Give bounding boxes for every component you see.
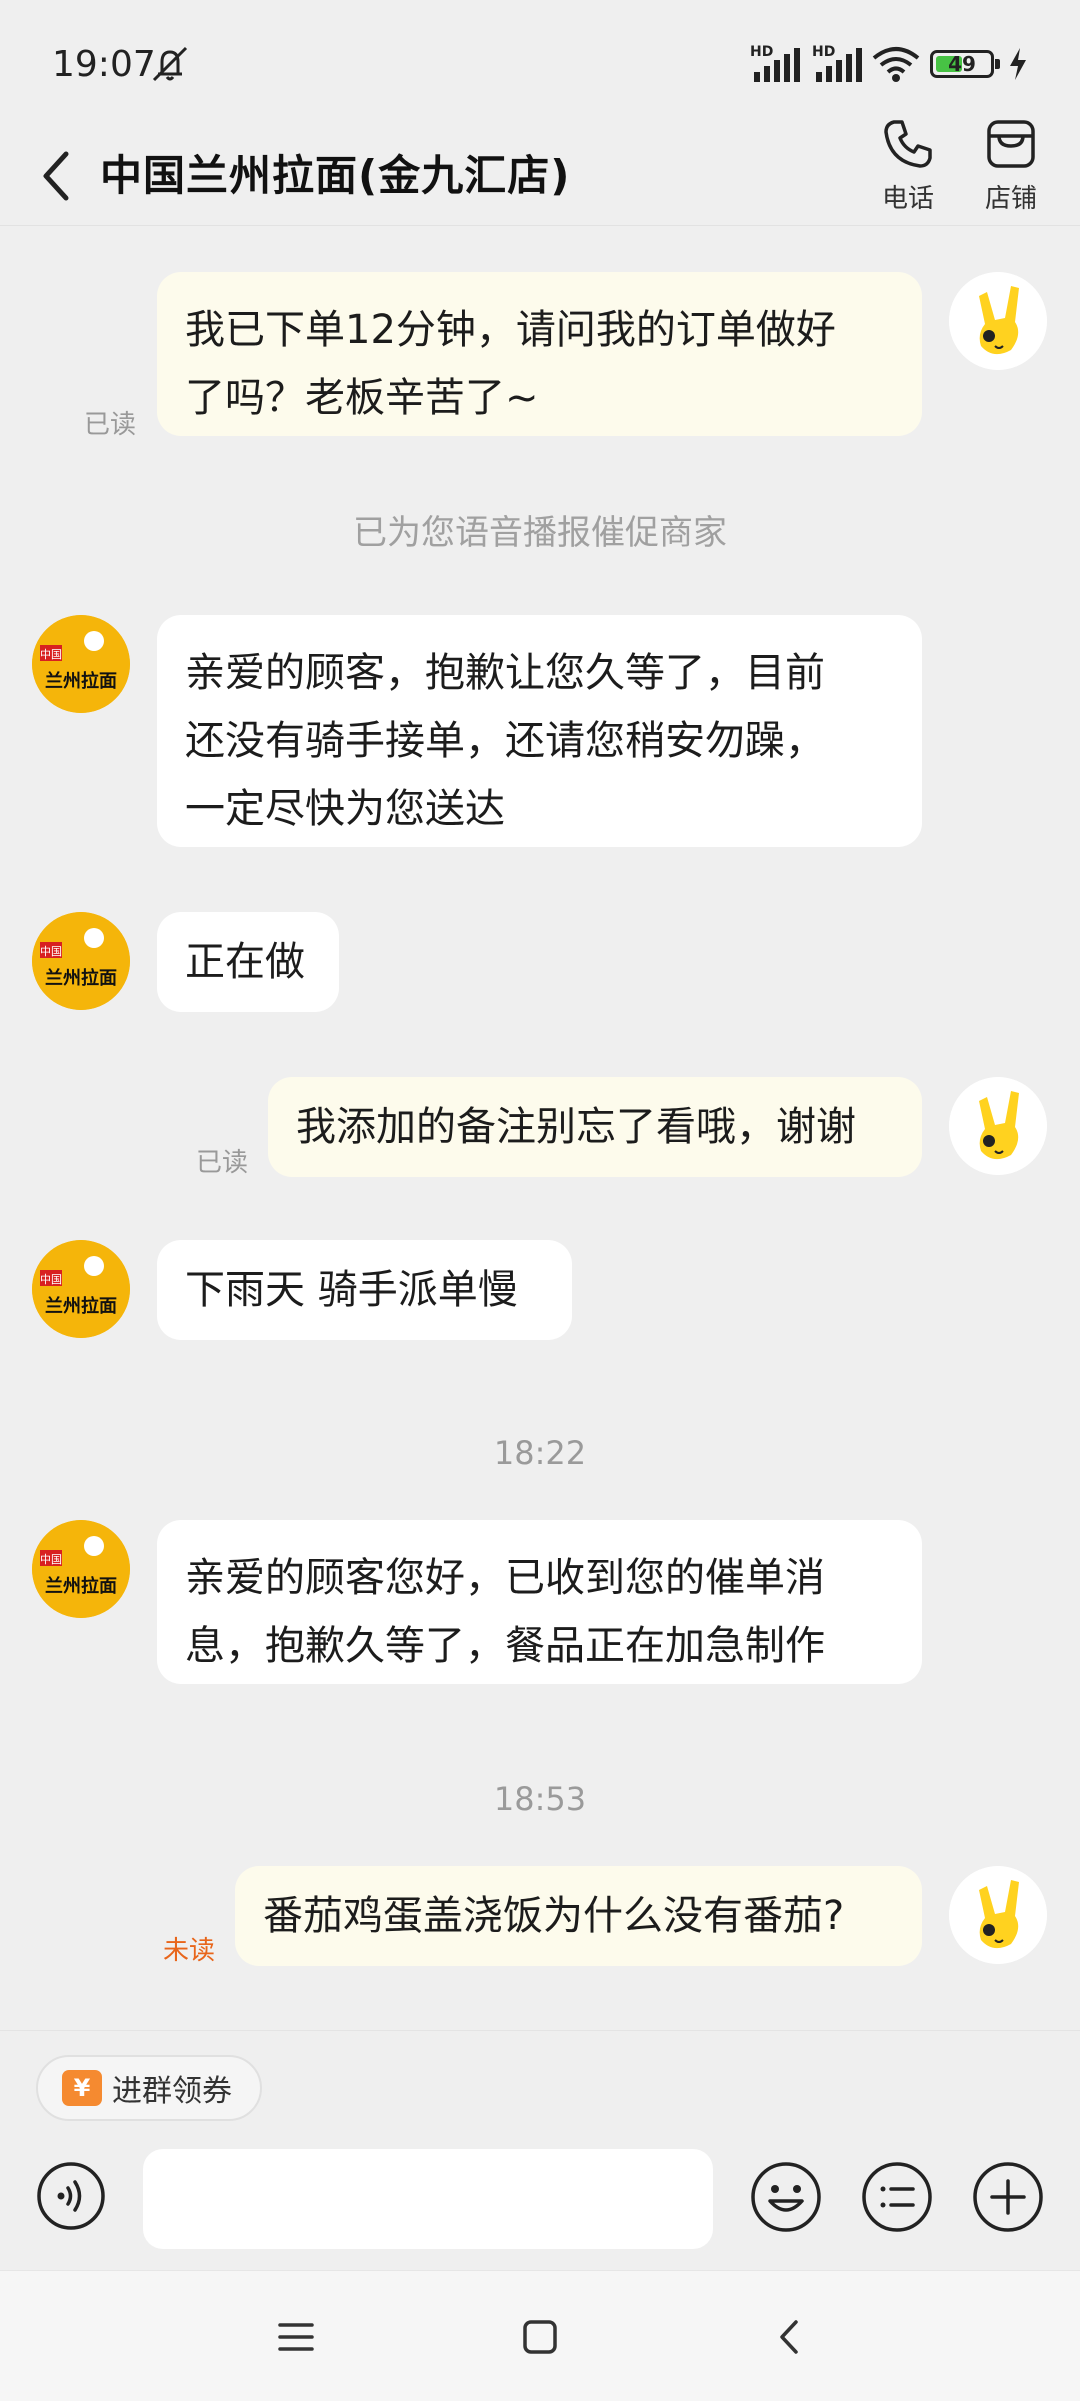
timestamp: 18:53	[493, 1780, 587, 1818]
system-nav-bar	[0, 2270, 1080, 2401]
input-area: ¥ 进群领券	[0, 2030, 1080, 2271]
status-bar: 19:07 HD HD 49	[0, 0, 1080, 130]
battery-level: 49	[948, 52, 976, 76]
shop-avatar-top: 中国	[40, 945, 62, 958]
plus-icon[interactable]	[972, 2161, 1044, 2233]
back-icon[interactable]	[770, 2317, 810, 2357]
my-avatar[interactable]	[949, 272, 1047, 370]
header-divider	[0, 225, 1080, 226]
phone-button[interactable]: 电话	[868, 116, 948, 215]
shop-avatar-bottom: 兰州拉面	[45, 1295, 117, 1317]
home-icon[interactable]	[520, 2317, 560, 2357]
menu-icon[interactable]	[276, 2317, 316, 2357]
voice-input-icon[interactable]	[36, 2161, 106, 2231]
shop-avatar-bottom: 兰州拉面	[45, 1575, 117, 1597]
shop-avatar-bottom: 兰州拉面	[45, 967, 117, 989]
my-avatar[interactable]	[949, 1866, 1047, 1964]
unread-status: 未读	[163, 1936, 216, 1966]
shop-avatar[interactable]: 中国 兰州拉面	[32, 912, 130, 1010]
shop-label: 店铺	[984, 184, 1037, 214]
message-input[interactable]	[143, 2149, 713, 2249]
phone-icon	[884, 120, 932, 168]
charging-icon	[1010, 48, 1026, 80]
shop-message-bubble[interactable]: 正在做	[157, 912, 339, 1012]
message-text-line: 番茄鸡蛋盖浇饭为什么没有番茄?	[263, 1893, 845, 1939]
message-text-line: 亲爱的顾客您好，已收到您的催单消	[185, 1555, 825, 1601]
shop-message-bubble[interactable]: 亲爱的顾客，抱歉让您久等了，目前 还没有骑手接单，还请您稍安勿躁， 一定尽快为您…	[157, 615, 922, 847]
signal-icon-1	[754, 48, 800, 82]
chat-title: 中国兰州拉面(金九汇店)	[100, 151, 571, 200]
emoji-icon[interactable]	[750, 2161, 822, 2233]
read-status: 已读	[196, 1148, 249, 1178]
timestamp: 18:22	[493, 1434, 587, 1472]
my-avatar[interactable]	[949, 1077, 1047, 1175]
message-text-line: 我已下单12分钟，请问我的订单做好	[185, 307, 836, 353]
message-text-line: 一定尽快为您送达	[185, 786, 505, 832]
shop-avatar[interactable]: 中国 兰州拉面	[32, 1520, 130, 1618]
message-text-line: 了吗？老板辛苦了~	[185, 375, 539, 421]
join-group-coupon-chip[interactable]: ¥ 进群领券	[36, 2055, 262, 2121]
message-text-line: 正在做	[185, 939, 305, 985]
shop-avatar[interactable]: 中国 兰州拉面	[32, 1240, 130, 1338]
message-text-line: 我添加的备注别忘了看哦，谢谢	[296, 1104, 856, 1150]
shop-avatar-top: 中国	[40, 648, 62, 661]
coupon-icon: ¥	[62, 2070, 102, 2106]
back-arrow-icon[interactable]	[36, 140, 76, 212]
phone-label: 电话	[881, 184, 934, 214]
shop-avatar-top: 中国	[40, 1553, 62, 1566]
my-message-bubble[interactable]: 我已下单12分钟，请问我的订单做好 了吗？老板辛苦了~	[157, 272, 922, 436]
message-text-line: 还没有骑手接单，还请您稍安勿躁，	[185, 718, 825, 764]
read-status: 已读	[84, 410, 137, 440]
quick-reply-icon[interactable]	[861, 2161, 933, 2233]
shop-message-bubble[interactable]: 亲爱的顾客您好，已收到您的催单消 息，抱歉久等了，餐品正在加急制作	[157, 1520, 922, 1684]
shop-avatar-bottom: 兰州拉面	[45, 670, 117, 692]
status-time: 19:07	[52, 44, 156, 85]
shop-button[interactable]: 店铺	[971, 116, 1051, 215]
system-notice: 已为您语音播报催促商家	[353, 513, 727, 553]
my-message-bubble[interactable]: 我添加的备注别忘了看哦，谢谢	[268, 1077, 922, 1177]
signal-icon-2	[816, 48, 862, 82]
chat-header: 中国兰州拉面(金九汇店) 电话 店铺	[0, 120, 1080, 225]
message-text-line: 亲爱的顾客，抱歉让您久等了，目前	[185, 650, 825, 696]
mute-icon	[152, 46, 188, 82]
shop-avatar-top: 中国	[40, 1273, 62, 1286]
message-text-line: 下雨天 骑手派单慢	[185, 1267, 518, 1313]
shop-avatar[interactable]: 中国 兰州拉面	[32, 615, 130, 713]
shop-icon	[987, 120, 1035, 168]
wifi-icon	[872, 47, 920, 82]
shop-message-bubble[interactable]: 下雨天 骑手派单慢	[157, 1240, 572, 1340]
coupon-chip-label: 进群领券	[112, 2074, 232, 2109]
message-text-line: 息，抱歉久等了，餐品正在加急制作	[185, 1623, 825, 1669]
battery-icon: 49	[930, 50, 1000, 78]
my-message-bubble[interactable]: 番茄鸡蛋盖浇饭为什么没有番茄?	[235, 1866, 922, 1966]
